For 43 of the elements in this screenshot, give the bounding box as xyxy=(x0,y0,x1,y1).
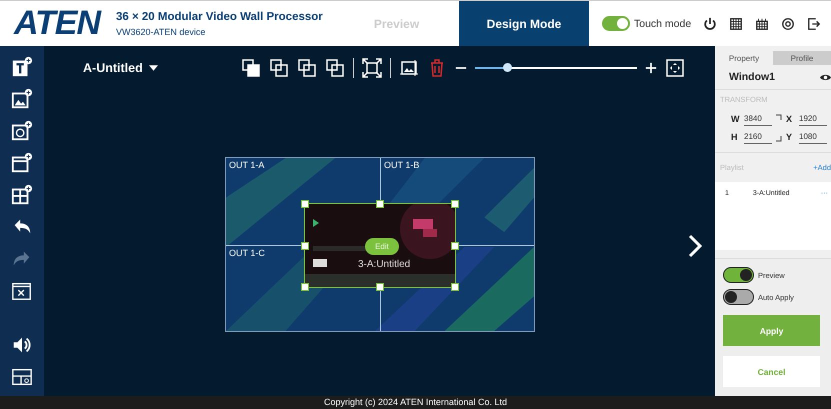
copyright-text: Copyright (c) 2024 ATEN International Co. Ltd xyxy=(324,397,507,409)
device-name: VW3620-ATEN device xyxy=(116,26,206,36)
logo: ATEN xyxy=(14,4,102,43)
zoom-in-icon[interactable] xyxy=(644,62,657,74)
field-label: H xyxy=(731,132,738,142)
input-field[interactable]: 1920 xyxy=(799,112,827,126)
calendar-icon[interactable] xyxy=(755,16,770,30)
fullscreen-icon[interactable] xyxy=(362,58,382,78)
toggle-switch[interactable] xyxy=(723,289,754,305)
add-window-icon[interactable] xyxy=(11,152,33,174)
mode-tab[interactable]: Design Mode xyxy=(459,1,589,46)
chevron-right-icon[interactable] xyxy=(688,234,702,258)
layer-order-icon[interactable] xyxy=(240,58,261,78)
logout-icon[interactable] xyxy=(807,16,822,30)
input-field[interactable]: 3840 xyxy=(744,112,772,126)
field-label: Y xyxy=(786,132,794,142)
field-label: W xyxy=(731,114,740,124)
fit-screen-icon[interactable] xyxy=(664,58,685,78)
caret-icon[interactable] xyxy=(148,65,158,71)
layout-icon[interactable] xyxy=(11,366,33,388)
panel-tab[interactable]: Profile xyxy=(773,51,831,65)
layout-dropdown[interactable]: A-Untitled xyxy=(83,61,143,75)
window-title: Window1 xyxy=(729,71,775,83)
toggle-switch[interactable] xyxy=(602,16,630,31)
input-field[interactable]: 1080 xyxy=(799,130,827,144)
app-title: 36 × 20 Modular Video Wall Processor xyxy=(116,10,324,22)
toggle-label: Touch mode xyxy=(634,18,692,30)
input-field[interactable]: 2160 xyxy=(744,130,772,144)
field-label: X xyxy=(786,114,794,124)
settings-icon[interactable] xyxy=(781,16,796,30)
grid-icon[interactable] xyxy=(729,16,744,30)
toggle-switch[interactable] xyxy=(723,267,754,283)
eye-icon[interactable] xyxy=(820,74,831,80)
close-window-icon[interactable] xyxy=(11,280,33,302)
layer-order-icon[interactable] xyxy=(296,58,317,78)
add-image-icon[interactable] xyxy=(11,88,33,110)
add-clock-icon[interactable] xyxy=(11,120,33,142)
add-grid-icon[interactable] xyxy=(11,184,33,206)
layer-order-icon[interactable] xyxy=(268,58,289,78)
image-icon[interactable] xyxy=(398,58,419,78)
layer-order-icon[interactable] xyxy=(324,58,345,78)
power-icon[interactable] xyxy=(703,16,718,30)
add-text-icon[interactable] xyxy=(11,56,33,78)
